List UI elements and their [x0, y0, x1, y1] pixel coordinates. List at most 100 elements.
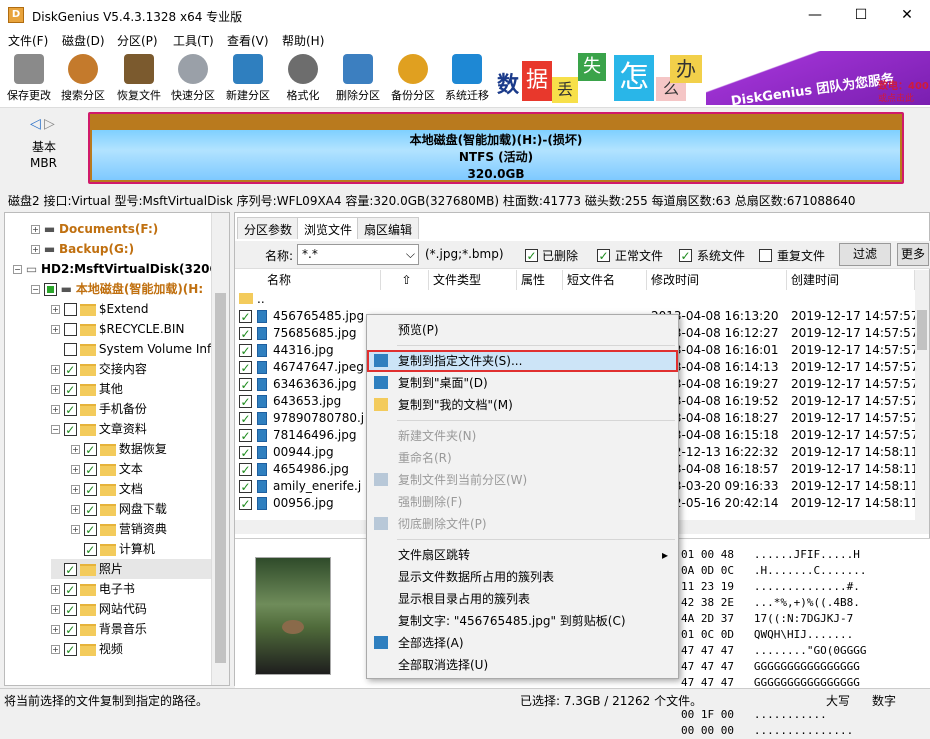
expand-icon[interactable]: +	[51, 405, 60, 414]
col-attr[interactable]: 属性	[517, 270, 563, 290]
menu-help[interactable]: 帮助(H)	[282, 32, 324, 49]
file-checkbox[interactable]	[239, 463, 252, 476]
context-menu-item[interactable]: 全部取消选择(U)	[367, 654, 678, 676]
maximize-button[interactable]: ☐	[838, 0, 884, 30]
file-checkbox[interactable]	[239, 327, 252, 340]
tree-item-extend[interactable]: + $Extend	[51, 299, 148, 319]
nav-right-icon[interactable]: ▷	[44, 116, 55, 132]
tree-checkbox[interactable]	[63, 363, 77, 376]
tab-partition-params[interactable]: 分区参数	[237, 217, 300, 239]
expand-icon[interactable]: +	[51, 385, 60, 394]
col-created[interactable]: 创建时间	[787, 270, 915, 290]
expand-icon[interactable]: +	[51, 585, 60, 594]
file-checkbox[interactable]	[239, 361, 252, 374]
sort-up-icon[interactable]: ⇧	[381, 270, 429, 290]
context-menu-item[interactable]: 重命名(R)	[367, 447, 678, 469]
system-migration-button[interactable]: 系统迁移	[438, 54, 496, 106]
file-list-scroll-thumb[interactable]	[917, 310, 927, 350]
file-checkbox[interactable]	[239, 412, 252, 425]
more-button[interactable]: 更多	[897, 243, 929, 266]
duplicate-files-checkbox[interactable]	[759, 248, 772, 262]
delete-partition-button[interactable]: 删除分区	[329, 54, 387, 106]
col-modified[interactable]: 修改时间	[647, 270, 787, 290]
tree-checkbox[interactable]	[63, 583, 77, 596]
tree-item-data-recovery[interactable]: + 数据恢复	[71, 439, 167, 459]
expand-icon[interactable]: +	[51, 645, 60, 654]
normal-files-checkbox[interactable]	[597, 248, 610, 262]
photo-thumbnail[interactable]	[255, 557, 331, 675]
nav-left-icon[interactable]: ◁	[30, 116, 41, 132]
tab-browse-files[interactable]: 浏览文件	[297, 217, 360, 239]
new-partition-button[interactable]: 新建分区	[219, 54, 277, 106]
tree-item-marketing[interactable]: + 营销资典	[71, 519, 167, 539]
expand-icon[interactable]: +	[71, 505, 80, 514]
tree-item-other[interactable]: + 其他	[51, 379, 123, 399]
expand-icon[interactable]: +	[71, 445, 80, 454]
minimize-button[interactable]: —	[792, 0, 838, 30]
tree-item-text[interactable]: + 文本	[71, 459, 143, 479]
tree-item-documents[interactable]: + ▬ Documents(F:)	[31, 219, 158, 239]
expand-icon[interactable]: +	[31, 225, 40, 234]
collapse-icon[interactable]: −	[31, 285, 40, 294]
col-name[interactable]: 名称	[235, 270, 381, 290]
file-checkbox[interactable]	[239, 429, 252, 442]
expand-icon[interactable]: +	[71, 485, 80, 494]
expand-icon[interactable]: +	[51, 625, 60, 634]
quick-partition-button[interactable]: 快速分区	[164, 54, 222, 106]
backup-partition-button[interactable]: 备份分区	[384, 54, 442, 106]
menu-file[interactable]: 文件(F)	[8, 32, 48, 49]
collapse-icon[interactable]: −	[51, 425, 60, 434]
menu-tools[interactable]: 工具(T)	[173, 32, 214, 49]
expand-icon[interactable]: +	[51, 305, 60, 314]
context-menu-item[interactable]: 文件扇区跳转 ▸	[367, 544, 678, 566]
file-checkbox[interactable]	[239, 378, 252, 391]
tree-checkbox[interactable]	[63, 323, 77, 336]
tree-item-backup[interactable]: + ▬ Backup(G:)	[31, 239, 134, 259]
format-button[interactable]: 格式化	[274, 54, 332, 106]
tree-checkbox[interactable]	[83, 523, 97, 536]
tree-checkbox[interactable]	[63, 403, 77, 416]
context-menu-item[interactable]: 彻底删除文件(P)	[367, 513, 678, 535]
file-list-scrollbar[interactable]	[915, 270, 929, 534]
context-menu-item[interactable]: 新建文件夹(N)	[367, 425, 678, 447]
tab-sector-edit[interactable]: 扇区编辑	[357, 217, 420, 239]
tree-item-ebooks[interactable]: + 电子书	[51, 579, 135, 599]
tree-checkbox[interactable]	[63, 303, 77, 316]
tree-checkbox[interactable]	[63, 383, 77, 396]
tree-checkbox[interactable]	[83, 483, 97, 496]
context-menu-item[interactable]: 显示根目录占用的簇列表	[367, 588, 678, 610]
parent-dir-row[interactable]: ..	[235, 291, 915, 308]
expand-icon[interactable]: +	[51, 325, 60, 334]
collapse-icon[interactable]: −	[13, 265, 22, 274]
tree-item-docs[interactable]: + 文档	[71, 479, 143, 499]
tree-checkbox[interactable]	[63, 603, 77, 616]
expand-icon[interactable]: +	[71, 465, 80, 474]
context-menu-item[interactable]: 强制删除(F)	[367, 491, 678, 513]
tree-checkbox[interactable]	[63, 643, 77, 656]
tree-checkbox[interactable]	[43, 283, 57, 296]
tree-item-system-volume[interactable]: System Volume Inf	[51, 339, 211, 359]
tree-item-hd2[interactable]: − ▭ HD2:MsftVirtualDisk(320G	[13, 259, 219, 279]
save-changes-button[interactable]: 保存更改	[0, 54, 58, 106]
close-button[interactable]: ✕	[884, 0, 930, 30]
tree-checkbox[interactable]	[63, 563, 77, 576]
service-banner[interactable]: 数 据 丢 失 怎 么 办 DiskGenius 团队为您服务 致电：400 或…	[494, 51, 930, 105]
partition-block[interactable]: 本地磁盘(智能加载)(H:)-(损坏) NTFS (活动) 320.0GB	[92, 130, 900, 181]
recover-files-button[interactable]: 恢复文件	[110, 54, 168, 106]
file-checkbox[interactable]	[239, 344, 252, 357]
expand-icon[interactable]: +	[71, 525, 80, 534]
deleted-checkbox[interactable]	[525, 248, 538, 262]
partition-bar[interactable]: 本地磁盘(智能加载)(H:)-(损坏) NTFS (活动) 320.0GB	[88, 112, 904, 184]
context-menu-item[interactable]: 显示文件数据所占用的簇列表	[367, 566, 678, 588]
file-checkbox[interactable]	[239, 497, 252, 510]
tree-item-video[interactable]: + 视频	[51, 639, 123, 659]
context-menu-item[interactable]: 全部选择(A)	[367, 632, 678, 654]
tree-checkbox[interactable]	[63, 623, 77, 636]
menu-disk[interactable]: 磁盘(D)	[62, 32, 105, 49]
tree-checkbox[interactable]	[63, 343, 77, 356]
expand-icon[interactable]: +	[51, 365, 60, 374]
tree-checkbox[interactable]	[83, 503, 97, 516]
tree-item-articles[interactable]: − 文章资料	[51, 419, 147, 439]
expand-icon[interactable]: +	[31, 245, 40, 254]
file-checkbox[interactable]	[239, 395, 252, 408]
